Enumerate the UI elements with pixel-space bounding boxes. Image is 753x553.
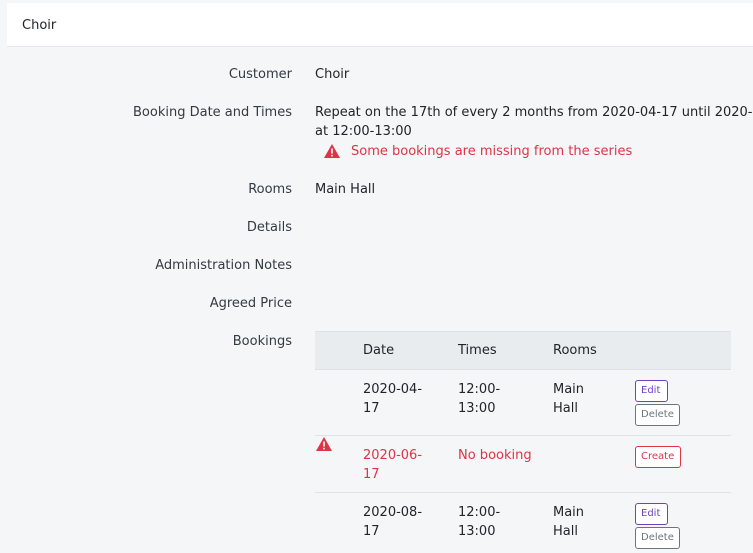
booking-rooms: MainHall bbox=[553, 493, 635, 553]
admin-notes-label: Administration Notes bbox=[155, 258, 292, 273]
delete-button[interactable]: Delete bbox=[635, 527, 680, 549]
bookings-table: Date Times Rooms 2020-04-17 12:00-13:00 … bbox=[315, 331, 731, 553]
booking-date-line1: Repeat on the 17th of every 2 months fro… bbox=[315, 105, 753, 120]
booking-date: 2020-04-17 bbox=[363, 370, 458, 436]
header-icon bbox=[315, 332, 363, 370]
delete-button[interactable]: Delete bbox=[635, 404, 680, 426]
booking-actions: Create bbox=[635, 436, 731, 493]
booking-rooms: MainHall bbox=[553, 370, 635, 436]
header-rooms: Rooms bbox=[553, 332, 635, 370]
page-title: Choir bbox=[22, 18, 56, 33]
customer-value: Choir bbox=[315, 67, 349, 82]
table-header-row: Date Times Rooms bbox=[315, 332, 731, 370]
missing-bookings-warning: Some bookings are missing from the serie… bbox=[323, 143, 632, 159]
header-actions bbox=[635, 332, 731, 370]
edit-button[interactable]: Edit bbox=[635, 380, 668, 402]
card-header: Choir bbox=[7, 3, 753, 47]
header-date: Date bbox=[363, 332, 458, 370]
booking-date: 2020-06-17 bbox=[363, 436, 458, 493]
agreed-price-label: Agreed Price bbox=[210, 296, 292, 311]
header-times: Times bbox=[458, 332, 553, 370]
bookings-label: Bookings bbox=[233, 334, 292, 349]
table-row: 2020-08-17 12:00-13:00 MainHall Edit Del… bbox=[315, 493, 731, 553]
booking-date-label: Booking Date and Times bbox=[133, 105, 292, 120]
rooms-label: Rooms bbox=[248, 182, 292, 197]
booking-status: No booking bbox=[458, 436, 635, 493]
warning-text: Some bookings are missing from the serie… bbox=[351, 144, 632, 159]
details-label: Details bbox=[247, 220, 292, 235]
booking-date-line2: at 12:00-13:00 bbox=[315, 124, 412, 139]
rooms-value: Main Hall bbox=[315, 182, 375, 197]
customer-label: Customer bbox=[229, 67, 292, 82]
warning-icon bbox=[315, 436, 333, 452]
booking-actions: Edit Delete bbox=[635, 370, 731, 436]
booking-date: 2020-08-17 bbox=[363, 493, 458, 553]
booking-times: 12:00-13:00 bbox=[458, 370, 553, 436]
table-row: 2020-04-17 12:00-13:00 MainHall Edit Del… bbox=[315, 370, 731, 436]
create-button[interactable]: Create bbox=[635, 446, 681, 468]
warning-icon bbox=[323, 143, 341, 159]
table-row: 2020-06-17 No booking Create bbox=[315, 436, 731, 493]
edit-button[interactable]: Edit bbox=[635, 503, 668, 525]
booking-times: 12:00-13:00 bbox=[458, 493, 553, 553]
booking-actions: Edit Delete bbox=[635, 493, 731, 553]
